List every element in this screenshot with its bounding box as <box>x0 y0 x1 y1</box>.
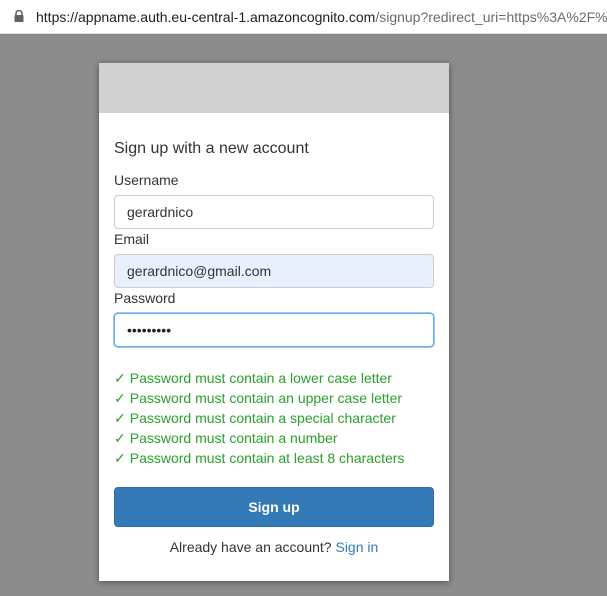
requirement-text: Password must contain a special characte… <box>129 410 396 426</box>
url-main: https://appname.auth.eu-central-1.amazon… <box>36 9 376 25</box>
signup-button[interactable]: Sign up <box>114 487 434 527</box>
username-label: Username <box>114 172 179 188</box>
password-label: Password <box>114 290 176 306</box>
email-label: Email <box>114 231 150 247</box>
requirement-text: Password must contain a lower case lette… <box>129 370 392 386</box>
requirement-text: Password must contain at least 8 charact… <box>129 450 405 466</box>
banner <box>99 63 449 113</box>
signup-card: Sign up with a new account Username Emai… <box>99 63 449 581</box>
address-bar[interactable]: https://appname.auth.eu-central-1.amazon… <box>0 0 607 34</box>
requirement-lowercase: ✓ Password must contain a lower case lett… <box>114 368 434 388</box>
signin-prompt: Already have an account? Sign in <box>99 539 449 555</box>
password-input[interactable] <box>114 313 434 347</box>
requirement-text: Password must contain an upper case lett… <box>129 390 403 406</box>
check-icon: ✓ <box>114 390 126 406</box>
requirement-number: ✓ Password must contain a number <box>114 428 434 448</box>
check-icon: ✓ <box>114 430 126 446</box>
requirement-length: ✓ Password must contain at least 8 charac… <box>114 448 434 468</box>
check-icon: ✓ <box>114 370 126 386</box>
lock-icon[interactable] <box>14 10 24 22</box>
requirement-special: ✓ Password must contain a special charact… <box>114 408 434 428</box>
form-title: Sign up with a new account <box>114 140 309 157</box>
requirement-text: Password must contain a number <box>129 430 338 446</box>
check-icon: ✓ <box>114 410 126 426</box>
signin-prompt-text: Already have an account? <box>169 539 332 555</box>
username-input[interactable] <box>114 195 434 229</box>
signin-link[interactable]: Sign in <box>335 539 378 555</box>
url-rest: /signup?redirect_uri=https%3A%2F% <box>375 9 607 25</box>
password-requirements: ✓ Password must contain a lower case lett… <box>114 368 434 468</box>
url-text[interactable]: https://appname.auth.eu-central-1.amazon… <box>36 9 607 25</box>
requirement-uppercase: ✓ Password must contain an upper case let… <box>114 388 434 408</box>
email-input[interactable] <box>114 254 434 288</box>
check-icon: ✓ <box>114 450 126 466</box>
